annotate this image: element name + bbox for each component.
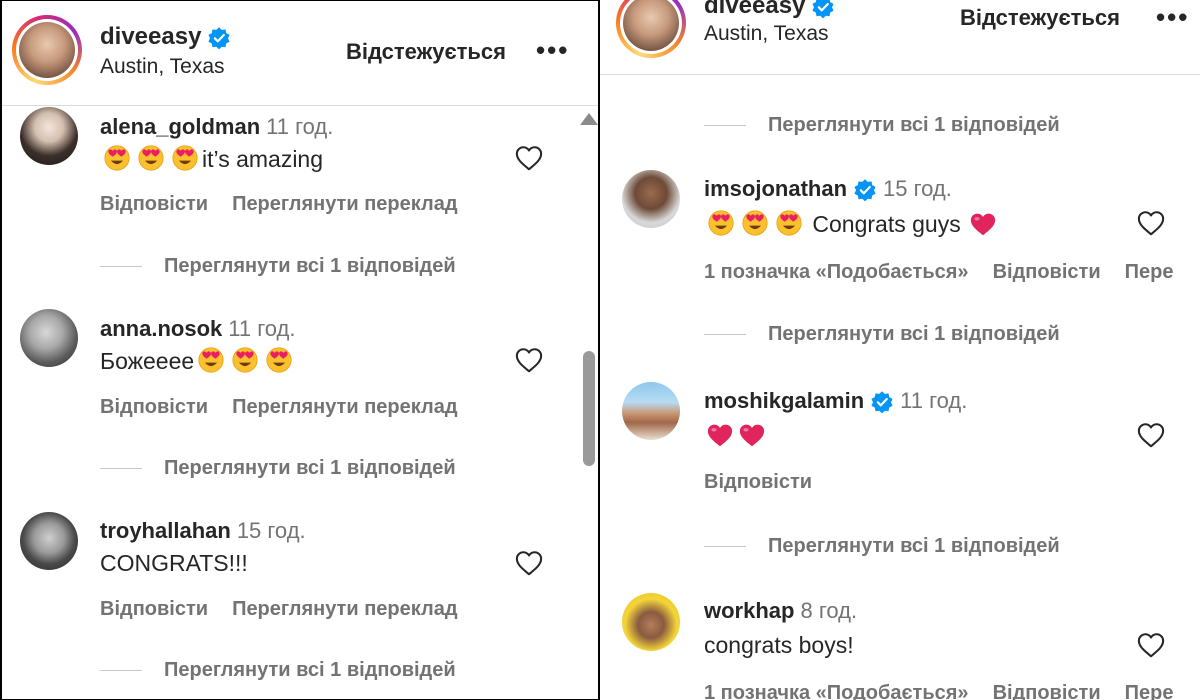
heart-eyes-emoji-icon <box>742 210 768 236</box>
username-text[interactable]: diveeasy <box>100 23 201 50</box>
red-heart-emoji-icon <box>738 422 766 448</box>
post-header: diveeasy Austin, Texas Відстежується ••• <box>2 1 598 106</box>
comment-actions: Відповісти <box>704 471 836 494</box>
commenter-avatar[interactable] <box>20 107 78 165</box>
comment-text: Божееее <box>100 347 296 375</box>
heart-eyes-emoji-icon <box>172 145 198 171</box>
post-header: diveeasy Austin, Texas Відстежується ••• <box>600 0 1200 75</box>
comment-text: it’s amazing <box>100 145 323 173</box>
commenter-avatar[interactable] <box>20 512 78 570</box>
heart-eyes-emoji-icon <box>776 210 802 236</box>
scroll-up-arrow-icon[interactable] <box>580 113 598 125</box>
profile-avatar[interactable] <box>616 0 686 58</box>
comment-time: 15 год. <box>883 176 952 201</box>
comment-time: 11 год. <box>228 316 296 341</box>
verified-badge-icon <box>853 178 877 202</box>
reply-button[interactable]: Відповісти <box>100 598 208 620</box>
reply-button[interactable]: Відповісти <box>100 396 208 418</box>
comment-time: 11 год. <box>900 388 968 413</box>
comment-text: Congrats guys <box>704 210 999 238</box>
commenter-avatar[interactable] <box>622 593 680 651</box>
reply-button[interactable]: Відповісти <box>993 682 1101 700</box>
heart-eyes-emoji-icon <box>138 145 164 171</box>
header-username[interactable]: diveeasy <box>100 23 231 51</box>
see-translation-button[interactable]: Переглянути переклад <box>232 598 457 620</box>
comment-text: CONGRATS!!! <box>100 550 248 576</box>
like-heart-icon[interactable] <box>1136 421 1166 449</box>
like-heart-icon[interactable] <box>1136 631 1166 659</box>
heart-eyes-emoji-icon <box>104 145 130 171</box>
comment-username[interactable]: imsojonathan 15 год. <box>704 176 952 202</box>
header-location[interactable]: Austin, Texas <box>100 55 225 79</box>
likes-count[interactable]: 1 позначка «Подобається» <box>704 682 969 700</box>
username-text[interactable]: diveeasy <box>704 0 805 19</box>
following-button[interactable]: Відстежується <box>960 5 1120 31</box>
comment-actions: Відповісти Переглянути переклад <box>100 396 482 419</box>
see-translation-button[interactable]: Пере <box>1125 682 1174 700</box>
following-button[interactable]: Відстежується <box>346 39 506 65</box>
like-heart-icon[interactable] <box>514 549 544 577</box>
red-heart-emoji-icon <box>969 211 997 237</box>
view-replies-button[interactable]: Переглянути всі 1 відповідей <box>704 535 1060 558</box>
comment-username[interactable]: workhap 8 год. <box>704 598 857 624</box>
comment-username[interactable]: alena_goldman 11 год. <box>100 114 333 140</box>
commenter-avatar[interactable] <box>20 309 78 367</box>
verified-badge-icon <box>207 26 231 50</box>
heart-eyes-emoji-icon <box>266 347 292 373</box>
see-translation-button[interactable]: Переглянути переклад <box>232 193 457 215</box>
header-username[interactable]: diveeasy <box>704 0 835 20</box>
view-replies-button[interactable]: Переглянути всі 1 відповідей <box>704 323 1060 346</box>
heart-eyes-emoji-icon <box>198 347 224 373</box>
verified-badge-icon <box>811 0 835 19</box>
like-heart-icon[interactable] <box>514 144 544 172</box>
see-translation-button[interactable]: Переглянути переклад <box>232 396 457 418</box>
like-heart-icon[interactable] <box>514 346 544 374</box>
comment-actions: Відповісти Переглянути переклад <box>100 598 482 621</box>
reply-button[interactable]: Відповісти <box>100 193 208 215</box>
view-replies-button[interactable]: Переглянути всі 1 відповідей <box>100 659 456 682</box>
view-replies-button[interactable]: Переглянути всі 1 відповідей <box>100 457 456 480</box>
red-heart-emoji-icon <box>706 422 734 448</box>
right-post-panel: diveeasy Austin, Texas Відстежується •••… <box>600 0 1200 700</box>
comment-username[interactable]: moshikgalamin 11 год. <box>704 388 967 414</box>
heart-eyes-emoji-icon <box>708 210 734 236</box>
comment-actions: 1 позначка «Подобається» Відповісти Пере <box>704 682 1197 700</box>
left-post-panel: diveeasy Austin, Texas Відстежується •••… <box>2 1 598 699</box>
comment-actions: Відповісти Переглянути переклад <box>100 193 482 216</box>
reply-button[interactable]: Відповісти <box>704 471 812 493</box>
reply-button[interactable]: Відповісти <box>993 261 1101 283</box>
comment-username[interactable]: troyhallahan 15 год. <box>100 518 306 544</box>
more-options-icon[interactable]: ••• <box>1156 2 1189 33</box>
comment-time: 15 год. <box>236 518 306 543</box>
verified-badge-icon <box>870 390 894 414</box>
like-heart-icon[interactable] <box>1136 209 1166 237</box>
commenter-avatar[interactable] <box>622 382 680 440</box>
comment-text: congrats boys! <box>704 632 854 658</box>
see-translation-button[interactable]: Пере <box>1125 261 1174 283</box>
more-options-icon[interactable]: ••• <box>536 35 569 66</box>
header-location[interactable]: Austin, Texas <box>704 22 829 46</box>
scrollbar-thumb[interactable] <box>583 351 595 466</box>
commenter-avatar[interactable] <box>622 170 680 228</box>
comment-time: 8 год. <box>800 598 858 623</box>
comment-time: 11 год. <box>266 114 334 139</box>
view-replies-button[interactable]: Переглянути всі 1 відповідей <box>704 114 1060 137</box>
comment-actions: 1 позначка «Подобається» Відповісти Пере <box>704 261 1197 284</box>
likes-count[interactable]: 1 позначка «Подобається» <box>704 261 969 283</box>
heart-eyes-emoji-icon <box>232 347 258 373</box>
profile-avatar[interactable] <box>12 15 82 85</box>
comment-text <box>704 422 768 449</box>
view-replies-button[interactable]: Переглянути всі 1 відповідей <box>100 255 456 278</box>
comment-username[interactable]: anna.nosok 11 год. <box>100 316 295 342</box>
